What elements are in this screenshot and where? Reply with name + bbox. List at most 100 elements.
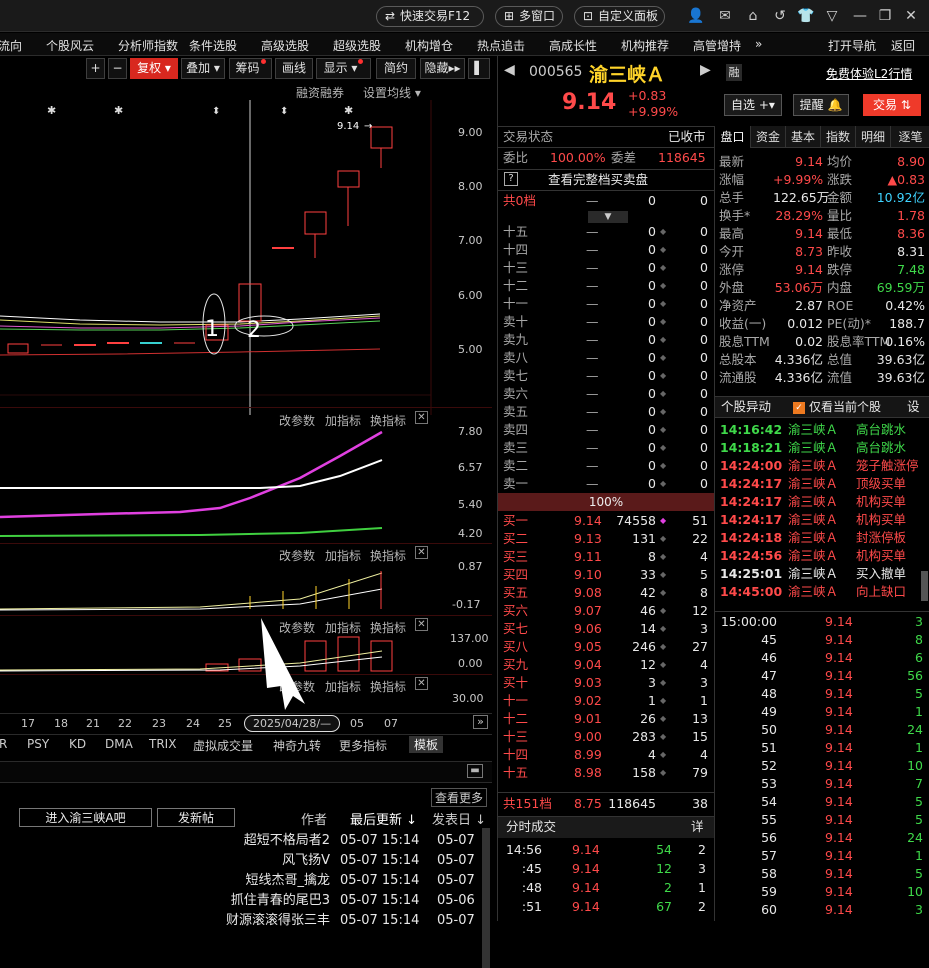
tab-more-indicators[interactable]: 更多指标 — [339, 737, 387, 754]
anomaly-stock[interactable]: 渝三峡Ａ — [788, 493, 838, 511]
restore-icon[interactable]: ❐ — [876, 7, 894, 25]
menu-item-gaoguan[interactable]: 高管增持 — [693, 37, 741, 54]
menu-item-chaoji[interactable]: 超级选股 — [333, 37, 381, 54]
collapse-button[interactable]: ▌ — [468, 58, 490, 79]
menu-item-liuxiang[interactable]: 流向 — [0, 37, 22, 54]
fuquan-button[interactable]: 复权 ▾ — [130, 58, 178, 79]
tab-pankou[interactable]: 盘口 — [715, 126, 751, 148]
draw-line-button[interactable]: 画线 — [275, 58, 313, 79]
tab-kd[interactable]: KD — [69, 737, 86, 751]
menu-item-gaocheng[interactable]: 高成长性 — [549, 37, 597, 54]
minimize-panel-icon[interactable]: ▬ — [467, 764, 483, 778]
tab-dma[interactable]: DMA — [105, 737, 133, 751]
scroll-right-icon[interactable]: » — [473, 715, 488, 729]
col-post-date[interactable]: 发表日 ↓ — [432, 809, 486, 828]
sub4-swap-button[interactable]: 换指标 — [370, 678, 406, 695]
quick-trade-button[interactable]: ⇄ 快速交易F12 — [376, 6, 484, 27]
tab-zhubi[interactable]: 逐笔 — [891, 126, 929, 148]
tab-zijin[interactable]: 资金 — [751, 126, 786, 148]
tab-zhishu[interactable]: 指数 — [821, 126, 856, 148]
next-stock-icon[interactable]: ▶ — [700, 62, 711, 78]
anomaly-stock[interactable]: 渝三峡Ａ — [788, 583, 838, 601]
forum-author[interactable]: 风飞扬V — [150, 852, 330, 870]
free-l2-link[interactable]: 免费体验L2行情 — [826, 65, 912, 82]
forum-author[interactable]: 短线杰哥_擒龙 — [150, 872, 330, 890]
indicator-chart-1[interactable] — [0, 424, 431, 542]
checkbox-checked-icon[interactable]: ✓ — [793, 402, 805, 414]
menu-item-gegu[interactable]: 个股风云 — [46, 37, 94, 54]
menu-more[interactable]: » — [755, 37, 762, 51]
zoom-out-button[interactable]: − — [108, 58, 127, 79]
shirt-icon[interactable]: 👕 — [797, 7, 815, 25]
watchlist-button[interactable]: 自选 +▾ — [724, 94, 782, 116]
sub3-close-icon[interactable]: ✕ — [415, 618, 428, 631]
full-book-button[interactable]: 查看完整档买卖盘 — [548, 171, 648, 189]
back-icon[interactable]: ↺ — [771, 7, 789, 25]
col-last-update[interactable]: 最后更新 ↓ — [350, 809, 417, 828]
tab-template[interactable]: 模板 — [409, 736, 444, 753]
custom-panel-button[interactable]: ⊡ 自定义面板 — [574, 6, 665, 27]
expand-up-icon[interactable]: ▼ — [588, 211, 628, 223]
fenshi-detail-button[interactable]: 详 — [691, 818, 704, 836]
sub2-close-icon[interactable]: ✕ — [415, 546, 428, 559]
gift-icon[interactable]: ▽ — [823, 7, 841, 25]
tab-r[interactable]: R — [0, 737, 7, 751]
tab-mingxi[interactable]: 明细 — [856, 126, 891, 148]
forum-author[interactable]: 超短不格局者2 — [150, 832, 330, 850]
menu-item-tiaojian[interactable]: 条件选股 — [189, 37, 237, 54]
menu-item-gaoji[interactable]: 高级选股 — [261, 37, 309, 54]
help-icon[interactable]: ? — [504, 172, 518, 186]
volume-chart[interactable] — [0, 633, 431, 673]
overlay-button[interactable]: 叠加 ▾ — [181, 58, 225, 79]
anomaly-stock[interactable]: 渝三峡Ａ — [788, 511, 838, 529]
anomaly-scrollbar[interactable] — [921, 571, 928, 601]
menu-item-jigou[interactable]: 机构增仓 — [405, 37, 453, 54]
open-nav-button[interactable]: 打开导航 — [828, 37, 876, 54]
menu-item-redian[interactable]: 热点追击 — [477, 37, 525, 54]
trade-button[interactable]: 交易 ⇅ — [863, 94, 921, 116]
minimize-icon[interactable]: — — [851, 7, 869, 25]
anomaly-stock[interactable]: 渝三峡Ａ — [788, 565, 838, 583]
tab-psy[interactable]: PSY — [27, 737, 49, 751]
sub1-close-icon[interactable]: ✕ — [415, 411, 428, 424]
menu-item-tuijian[interactable]: 机构推荐 — [621, 37, 669, 54]
tab-virtual-volume[interactable]: 虚拟成交量 — [193, 737, 253, 754]
hide-button[interactable]: 隐藏▸▸ — [420, 58, 465, 79]
anomaly-stock[interactable]: 渝三峡Ａ — [788, 421, 838, 439]
zoom-in-button[interactable]: + — [86, 58, 105, 79]
multi-window-button[interactable]: ⊞ 多窗口 — [495, 6, 563, 27]
anomaly-stock[interactable]: 渝三峡Ａ — [788, 529, 838, 547]
indicator-chart-2[interactable] — [0, 561, 431, 614]
anomaly-stock[interactable]: 渝三峡Ａ — [788, 439, 838, 457]
rzrq-toggle[interactable]: 融资融券 — [296, 84, 344, 101]
tab-magic-nine[interactable]: 神奇九转 — [273, 737, 321, 754]
forum-author[interactable]: 财源滚滚得张三丰 — [150, 912, 330, 930]
display-button[interactable]: 显示 ▾ — [316, 58, 371, 79]
view-more-button[interactable]: 查看更多 — [431, 788, 488, 807]
anomaly-stock[interactable]: 渝三峡Ａ — [788, 475, 838, 493]
col-author[interactable]: 作者 — [301, 809, 327, 828]
set-ma-button[interactable]: 设置均线 ▾ — [363, 84, 421, 101]
new-post-button[interactable]: 发新帖 — [157, 808, 235, 827]
anomaly-stock[interactable]: 渝三峡Ａ — [788, 547, 838, 565]
return-button[interactable]: 返回 — [891, 37, 915, 54]
tab-trix[interactable]: TRIX — [149, 737, 176, 751]
tab-jiben[interactable]: 基本 — [786, 126, 821, 148]
forum-scrollbar[interactable] — [482, 828, 490, 968]
close-icon[interactable]: ✕ — [902, 7, 920, 25]
anomaly-settings-button[interactable]: 设 — [907, 398, 920, 416]
anomaly-stock[interactable]: 渝三峡Ａ — [788, 457, 838, 475]
chips-button[interactable]: 筹码 — [229, 58, 272, 79]
sub4-close-icon[interactable]: ✕ — [415, 677, 428, 690]
mail-icon[interactable]: ✉ — [716, 7, 734, 25]
menu-item-fenxishi[interactable]: 分析师指数 — [118, 37, 178, 54]
home-icon[interactable]: ⌂ — [744, 7, 762, 25]
only-current-label[interactable]: 仅看当前个股 — [809, 398, 881, 416]
candlestick-chart[interactable]: ✱ ✱ ⬍ ⬍ ✱ 1 2 9.14 → — [0, 100, 492, 415]
alert-button[interactable]: 提醒 🔔 — [793, 94, 849, 116]
sub4-add-button[interactable]: 加指标 — [325, 678, 361, 695]
prev-stock-icon[interactable]: ◀ — [504, 62, 515, 78]
forum-author[interactable]: 抓住青春的尾巴3 — [150, 892, 330, 910]
simple-button[interactable]: 简约 — [376, 58, 416, 79]
enter-forum-button[interactable]: 进入渝三峡A吧 — [19, 808, 152, 827]
